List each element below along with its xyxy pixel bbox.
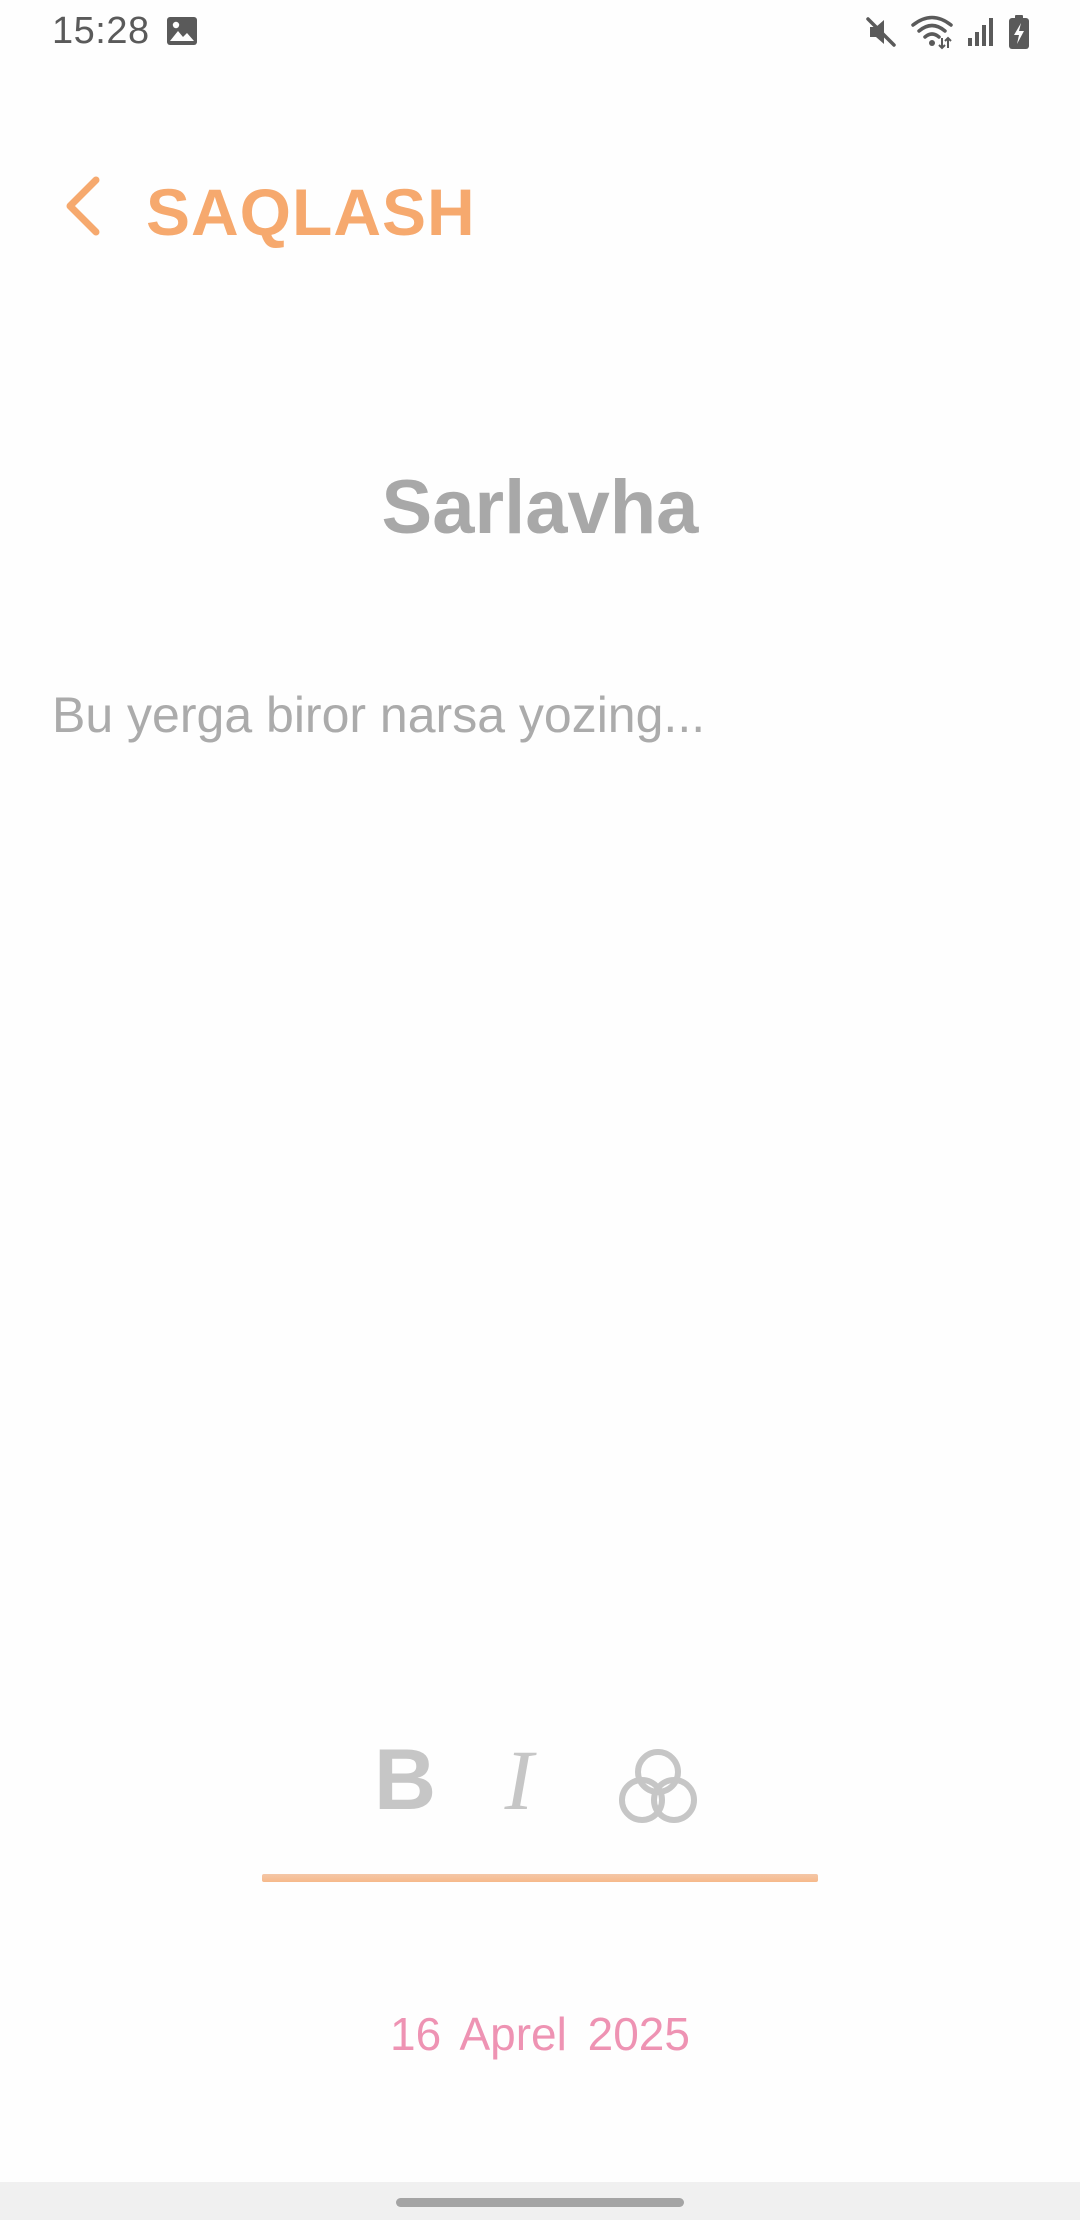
formatting-toolbar: B I: [262, 1730, 818, 1882]
note-title-field[interactable]: Sarlavha: [0, 458, 1080, 558]
note-date: 16 Aprel 2025: [390, 2008, 690, 2060]
home-indicator[interactable]: [396, 2198, 684, 2207]
color-palette-icon: [614, 1749, 702, 1836]
note-editor-screen: 15:28 SAQLASH Sarlavha Bu yerga biror na…: [0, 0, 1080, 2220]
chevron-left-icon: [60, 174, 104, 243]
gallery-icon: [166, 16, 198, 46]
note-body-field[interactable]: Bu yerga biror narsa yozing...: [52, 682, 1028, 748]
back-button[interactable]: [52, 168, 112, 248]
navigation-bar: [0, 2182, 1080, 2220]
status-bar: 15:28: [0, 0, 1080, 64]
save-button[interactable]: SAQLASH: [146, 172, 476, 252]
battery-charging-icon: [1008, 14, 1030, 50]
bold-button[interactable]: B: [370, 1730, 440, 1830]
signal-icon: [966, 16, 996, 48]
status-icons: [864, 12, 1030, 52]
wifi-icon: [910, 14, 954, 50]
italic-button[interactable]: I: [484, 1730, 554, 1830]
toolbar-divider: [262, 1874, 818, 1882]
status-time: 15:28: [52, 10, 150, 52]
mute-icon: [864, 15, 898, 49]
color-palette-button[interactable]: [614, 1744, 702, 1832]
